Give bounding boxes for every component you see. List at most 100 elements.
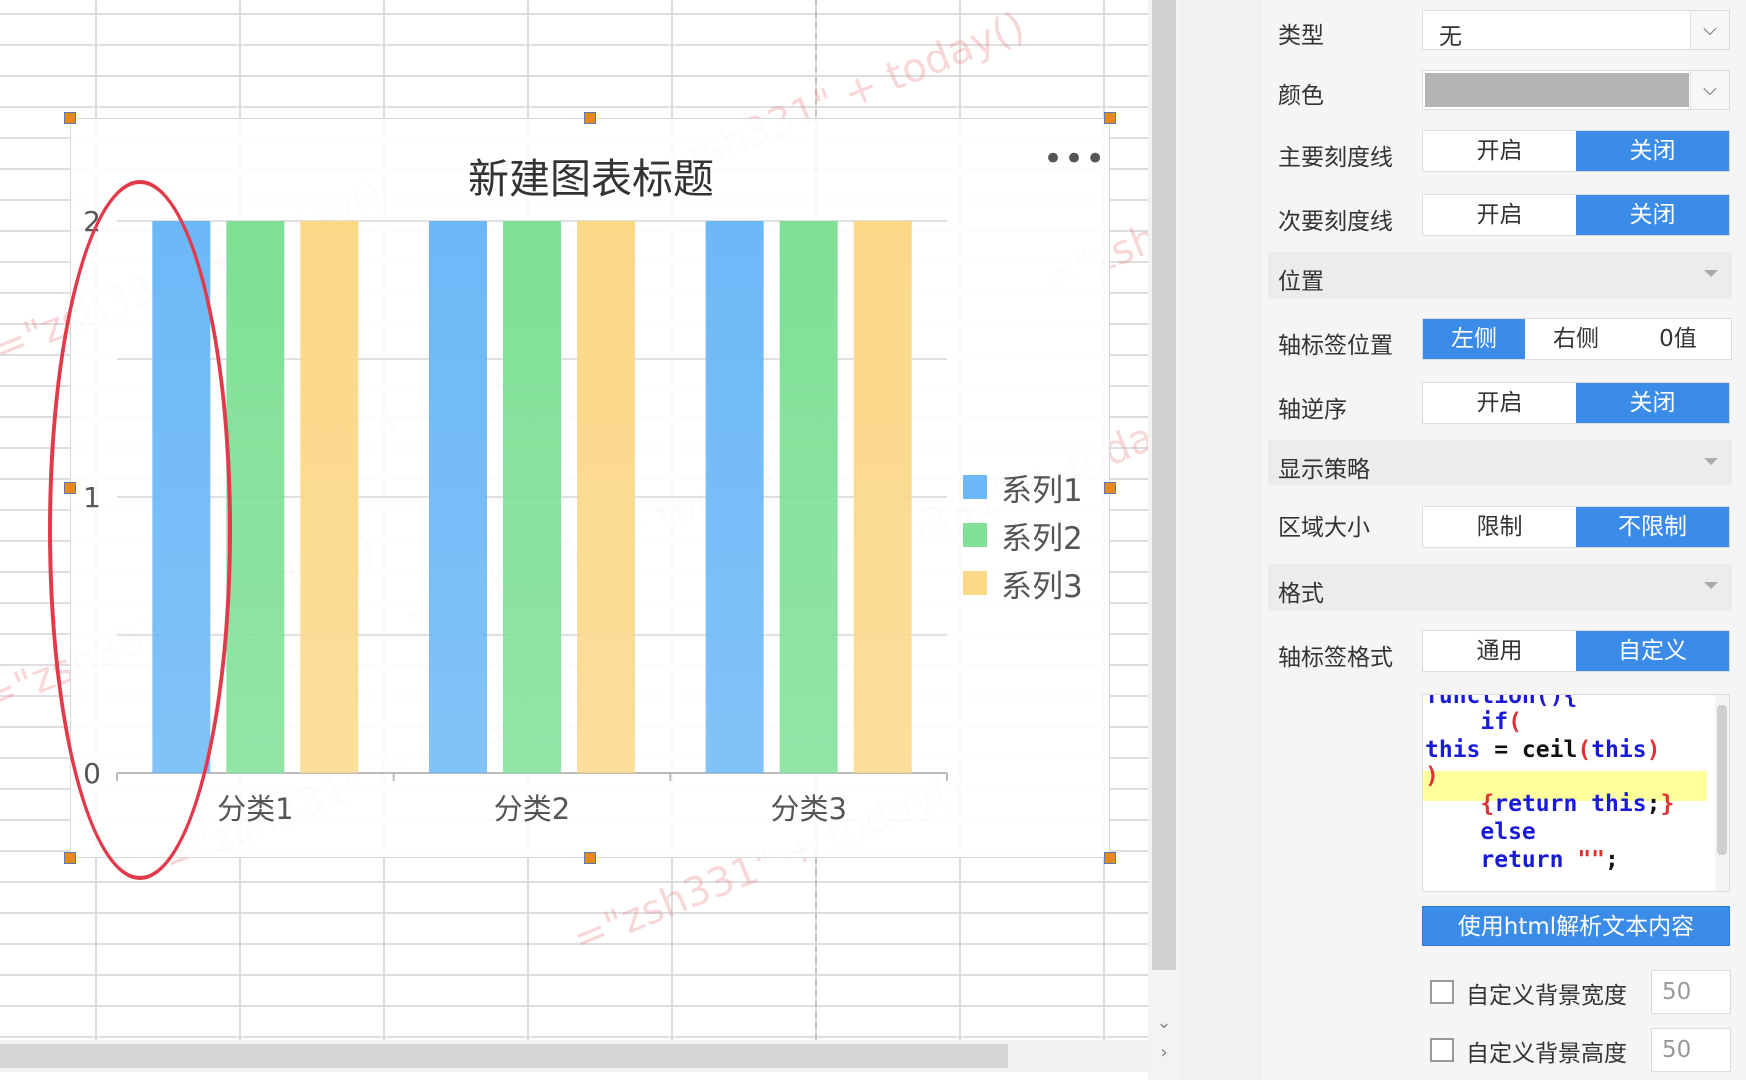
resize-handle-left[interactable] xyxy=(64,482,76,494)
panel-gutter xyxy=(1180,0,1262,1080)
caret-down-icon xyxy=(1704,270,1718,277)
axis-reverse-label: 轴逆序 xyxy=(1278,397,1347,423)
bg-height-label: 自定义背景高度 xyxy=(1466,1041,1627,1067)
ellipsis-icon[interactable]: ••• xyxy=(1043,139,1106,179)
code-line: ) xyxy=(1425,763,1439,789)
color-select[interactable]: ⌵ xyxy=(1422,70,1730,110)
y-tick-label: 1 xyxy=(83,481,101,514)
toggle-option[interactable]: 关闭 xyxy=(1576,383,1729,423)
resize-handle-bottom-right[interactable] xyxy=(1104,852,1116,864)
vertical-scrollbar[interactable]: ⌄ › xyxy=(1148,0,1180,1080)
horizontal-scroll-thumb[interactable] xyxy=(0,1044,1008,1068)
chevron-right-icon[interactable]: › xyxy=(1152,1040,1176,1066)
legend-swatch xyxy=(963,475,987,499)
caret-down-icon xyxy=(1704,582,1718,589)
axis-label-position-toggle[interactable]: 左侧 右侧 0值 xyxy=(1422,318,1732,360)
legend-item[interactable]: 系列3 xyxy=(963,563,1083,605)
bar xyxy=(226,221,285,773)
code-line: else xyxy=(1425,819,1536,845)
parse-html-button[interactable]: 使用html解析文本内容 xyxy=(1422,906,1730,946)
toggle-option[interactable]: 关闭 xyxy=(1576,131,1729,171)
toggle-option[interactable]: 开启 xyxy=(1423,195,1576,235)
resize-handle-bottom-left[interactable] xyxy=(64,852,76,864)
chevron-down-icon[interactable]: ⌄ xyxy=(1152,1010,1176,1036)
bg-width-label: 自定义背景宽度 xyxy=(1466,983,1627,1009)
chart-plot: 0 1 2 分类1 分类2 分类3 xyxy=(83,205,948,826)
region-size-label: 区域大小 xyxy=(1278,515,1370,541)
type-select-value: 无 xyxy=(1439,24,1462,50)
position-section[interactable]: 位置 xyxy=(1268,252,1732,298)
toggle-option[interactable]: 开启 xyxy=(1423,131,1576,171)
resize-handle-bottom[interactable] xyxy=(584,852,596,864)
axis-settings-panel: 类型 无 ⌵ 颜色 ⌵ 主要刻度线 开启 关闭 次要刻度线 开启 关闭 位置 轴标签… xyxy=(1262,0,1746,1080)
bar xyxy=(429,221,487,773)
type-label: 类型 xyxy=(1278,23,1324,49)
axis-label-format-label: 轴标签格式 xyxy=(1278,645,1393,671)
chart-container[interactable]: 0 1 2 分类1 分类2 分类3 新建图表标题 ••• 系列1 系列2 系列3 xyxy=(70,118,1110,858)
bg-width-checkbox[interactable] xyxy=(1430,980,1454,1004)
toggle-option[interactable]: 关闭 xyxy=(1576,195,1729,235)
legend-item[interactable]: 系列2 xyxy=(963,515,1083,557)
code-scroll-thumb[interactable] xyxy=(1717,705,1727,855)
bar xyxy=(779,221,838,773)
code-line: {return this;} xyxy=(1480,791,1675,817)
major-tick-label: 主要刻度线 xyxy=(1278,145,1393,171)
toggle-option[interactable]: 限制 xyxy=(1423,507,1576,547)
chevron-down-icon[interactable]: ⌵ xyxy=(1690,11,1729,49)
legend-label: 系列3 xyxy=(1001,568,1083,605)
resize-handle-top-right[interactable] xyxy=(1104,112,1116,124)
legend-label: 系列2 xyxy=(1001,520,1083,557)
display-strategy-section[interactable]: 显示策略 xyxy=(1268,440,1732,486)
toggle-option[interactable]: 不限制 xyxy=(1576,507,1729,547)
bar xyxy=(577,221,635,773)
toggle-option[interactable]: 左侧 xyxy=(1423,319,1525,359)
axis-label-position-label: 轴标签位置 xyxy=(1278,333,1393,359)
format-section-title: 格式 xyxy=(1278,581,1324,607)
legend-label: 系列1 xyxy=(1001,472,1083,509)
chevron-down-icon[interactable]: ⌵ xyxy=(1690,71,1729,109)
spreadsheet-area[interactable]: ="zsh331" + today()="zsh331" + today()="… xyxy=(0,0,1148,1080)
toggle-option[interactable]: 右侧 xyxy=(1525,319,1627,359)
bar xyxy=(503,221,561,773)
bg-width-input[interactable]: 50 xyxy=(1651,970,1731,1014)
format-section[interactable]: 格式 xyxy=(1268,564,1732,610)
bg-height-checkbox[interactable] xyxy=(1430,1038,1454,1062)
resize-handle-right[interactable] xyxy=(1104,482,1116,494)
position-section-title: 位置 xyxy=(1278,269,1324,295)
resize-handle-top[interactable] xyxy=(584,112,596,124)
color-swatch xyxy=(1425,73,1689,107)
legend-swatch xyxy=(963,571,987,595)
toggle-option[interactable]: 开启 xyxy=(1423,383,1576,423)
resize-handle-top-left[interactable] xyxy=(64,112,76,124)
bar xyxy=(705,221,764,773)
minor-tick-toggle[interactable]: 开启 关闭 xyxy=(1422,194,1730,236)
horizontal-scrollbar[interactable] xyxy=(0,1040,1148,1072)
axis-reverse-toggle[interactable]: 开启 关闭 xyxy=(1422,382,1730,424)
axis-label-format-toggle[interactable]: 通用 自定义 xyxy=(1422,630,1730,672)
toggle-option[interactable]: 0值 xyxy=(1627,319,1729,359)
toggle-option[interactable]: 自定义 xyxy=(1576,631,1729,671)
x-tick-label: 分类1 xyxy=(217,792,293,826)
display-strategy-title: 显示策略 xyxy=(1278,457,1370,483)
bg-height-input[interactable]: 50 xyxy=(1651,1028,1731,1072)
caret-down-icon xyxy=(1704,458,1718,465)
minor-tick-label: 次要刻度线 xyxy=(1278,209,1393,235)
color-label: 颜色 xyxy=(1278,83,1324,109)
code-scrollbar[interactable] xyxy=(1715,695,1729,891)
code-editor[interactable]: function(){ if(this = ceil(this)) {retur… xyxy=(1422,694,1730,892)
code-line: this = ceil(this) xyxy=(1425,737,1661,763)
toggle-option[interactable]: 通用 xyxy=(1423,631,1576,671)
legend-item[interactable]: 系列1 xyxy=(963,467,1083,509)
bar xyxy=(300,221,359,773)
chart-title[interactable]: 新建图表标题 xyxy=(71,145,1111,205)
y-tick-label: 0 xyxy=(83,757,101,790)
major-tick-toggle[interactable]: 开启 关闭 xyxy=(1422,130,1730,172)
bar xyxy=(152,221,211,773)
code-line: if( xyxy=(1425,709,1522,735)
vertical-scroll-thumb[interactable] xyxy=(1152,0,1176,970)
code-line: return ""; xyxy=(1425,847,1619,873)
bar xyxy=(853,221,912,773)
region-size-toggle[interactable]: 限制 不限制 xyxy=(1422,506,1730,548)
x-tick-label: 分类2 xyxy=(494,792,570,826)
type-select[interactable]: 无 ⌵ xyxy=(1422,10,1730,50)
